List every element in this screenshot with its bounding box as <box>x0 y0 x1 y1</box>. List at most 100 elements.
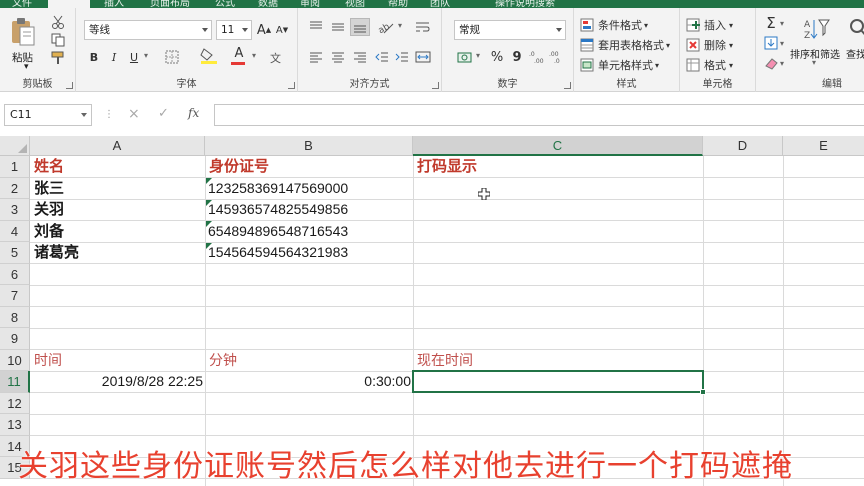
formula-input[interactable] <box>214 104 864 126</box>
format-as-table-button[interactable]: 套用表格格式 ▾ <box>580 36 676 54</box>
tab-home[interactable] <box>48 0 90 8</box>
tab-formulas[interactable]: 公式 <box>215 0 235 8</box>
cancel-entry-button[interactable]: × <box>128 106 140 122</box>
cell-c10[interactable]: 现在时间 <box>417 350 473 371</box>
cell-b1[interactable]: 身份证号 <box>209 156 269 177</box>
align-top-button[interactable] <box>306 18 326 36</box>
column-header-a[interactable]: A <box>30 136 205 156</box>
cell-styles-button[interactable]: 单元格样式 ▾ <box>580 56 676 74</box>
tab-file[interactable]: 文件 <box>12 0 32 8</box>
column-header-c[interactable]: C <box>413 136 703 156</box>
tab-data[interactable]: 数据 <box>258 0 278 8</box>
percent-button[interactable]: % <box>488 48 506 66</box>
column-header-b[interactable]: B <box>205 136 413 156</box>
column-header-d[interactable]: D <box>703 136 783 156</box>
tab-view[interactable]: 视图 <box>345 0 365 8</box>
cell-b4[interactable]: 654894896548716543 <box>208 221 348 242</box>
conditional-formatting-button[interactable]: 条件格式 ▾ <box>580 16 676 34</box>
borders-button[interactable] <box>160 48 184 66</box>
tab-review[interactable]: 审阅 <box>300 0 320 8</box>
cell-b10[interactable]: 分钟 <box>209 350 237 371</box>
merge-center-button[interactable] <box>412 48 434 66</box>
row-header-11[interactable]: 11 <box>0 371 30 393</box>
tab-team[interactable]: 团队 <box>430 0 450 8</box>
row-header-9[interactable]: 9 <box>0 328 30 350</box>
clipboard-launcher-icon[interactable] <box>66 82 73 89</box>
cell-a3[interactable]: 关羽 <box>34 199 64 220</box>
number-launcher-icon[interactable] <box>564 82 571 89</box>
font-launcher-icon[interactable] <box>288 82 295 89</box>
font-size-select[interactable]: 11 <box>216 20 252 40</box>
cell-b11[interactable]: 0:30:00 <box>209 371 411 392</box>
find-select-button[interactable] <box>848 14 864 44</box>
insert-cells-button[interactable]: 插入 ▾ <box>686 16 752 34</box>
cell-b3[interactable]: 145936574825549856 <box>208 199 348 220</box>
row-header-7[interactable]: 7 <box>0 285 30 307</box>
confirm-entry-button[interactable]: ✓ <box>158 106 169 121</box>
cell-a5[interactable]: 诸葛亮 <box>34 242 79 263</box>
column-header-e[interactable]: E <box>783 136 864 156</box>
clear-button[interactable] <box>760 54 782 72</box>
row-header-13[interactable]: 13 <box>0 414 30 436</box>
fill-handle[interactable] <box>700 389 706 395</box>
delete-cells-button[interactable]: 删除 ▾ <box>686 36 752 54</box>
row-header-8[interactable]: 8 <box>0 306 30 328</box>
align-center-button[interactable] <box>328 48 348 66</box>
worksheet-grid[interactable]: A B C D E 1 2 3 4 5 6 7 8 9 10 11 12 13 … <box>0 136 864 486</box>
paste-button[interactable] <box>8 16 38 48</box>
number-format-select[interactable]: 常规 <box>454 20 566 40</box>
select-all-button[interactable] <box>0 136 30 156</box>
format-cells-button[interactable]: 格式 ▾ <box>686 56 752 74</box>
cell-a10[interactable]: 时间 <box>34 350 62 371</box>
cell-a4[interactable]: 刘备 <box>34 221 64 242</box>
fill-button[interactable] <box>760 34 782 52</box>
cell-b5[interactable]: 154564594564321983 <box>208 242 348 263</box>
tab-page-layout[interactable]: 页面布局 <box>150 0 190 8</box>
accounting-format-button[interactable] <box>454 48 476 66</box>
shrink-font-button[interactable]: A ▼ <box>274 21 290 39</box>
row-header-2[interactable]: 2 <box>0 177 30 199</box>
font-name-select[interactable]: 等线 <box>84 20 212 40</box>
tab-help[interactable]: 帮助 <box>388 0 408 8</box>
comma-style-button[interactable]: 9 <box>508 48 526 66</box>
cell-b2[interactable]: 123258369147569000 <box>208 178 348 199</box>
bold-button[interactable]: B <box>86 48 102 66</box>
cell-a11[interactable]: 2019/8/28 22:25 <box>34 371 203 392</box>
increase-indent-button[interactable] <box>392 48 412 66</box>
fill-color-button[interactable] <box>196 46 222 66</box>
orientation-button[interactable]: ab <box>374 18 398 36</box>
grow-font-button[interactable]: A ▲ <box>256 21 272 39</box>
cell-a2[interactable]: 张三 <box>34 178 64 199</box>
decrease-indent-button[interactable] <box>372 48 392 66</box>
autosum-button[interactable]: Σ <box>760 14 782 32</box>
name-box[interactable]: C11 <box>4 104 92 126</box>
sort-filter-button[interactable]: AZ <box>792 14 842 44</box>
cell-c1[interactable]: 打码显示 <box>417 156 477 177</box>
decrease-decimal-button[interactable]: .00.0 <box>548 48 566 66</box>
copy-button[interactable] <box>46 32 70 48</box>
row-header-1[interactable]: 1 <box>0 156 30 178</box>
row-header-5[interactable]: 5 <box>0 242 30 264</box>
align-left-button[interactable] <box>306 48 326 66</box>
font-color-button[interactable]: A <box>226 46 252 66</box>
row-header-3[interactable]: 3 <box>0 199 30 221</box>
phonetic-button[interactable]: 文 <box>266 48 288 66</box>
alignment-launcher-icon[interactable] <box>432 82 439 89</box>
active-cell-c11[interactable] <box>412 369 704 393</box>
row-header-6[interactable]: 6 <box>0 263 30 285</box>
insert-function-button[interactable]: fx <box>188 106 199 120</box>
align-bottom-button[interactable] <box>350 18 370 36</box>
cell-a1[interactable]: 姓名 <box>34 156 64 177</box>
row-header-12[interactable]: 12 <box>0 392 30 414</box>
format-painter-button[interactable] <box>46 50 70 66</box>
row-header-10[interactable]: 10 <box>0 349 30 371</box>
align-right-button[interactable] <box>350 48 370 66</box>
cut-button[interactable] <box>46 14 70 30</box>
italic-button[interactable]: I <box>106 48 122 66</box>
tab-insert[interactable]: 插入 <box>104 0 124 8</box>
underline-button[interactable]: U <box>126 48 142 66</box>
increase-decimal-button[interactable]: .0.00 <box>528 48 546 66</box>
tab-tell-me[interactable]: 操作说明搜索 <box>495 0 555 8</box>
align-middle-button[interactable] <box>328 18 348 36</box>
wrap-text-button[interactable] <box>412 18 434 36</box>
